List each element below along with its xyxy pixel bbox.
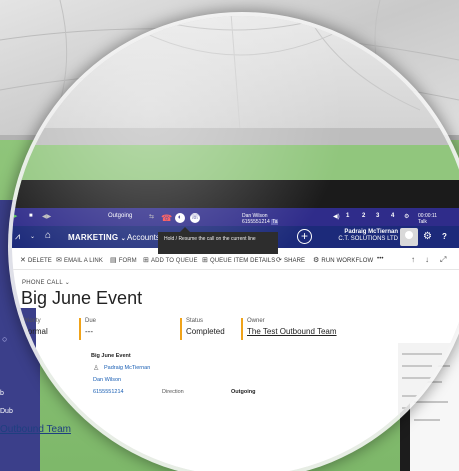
background-sidebar-item: b — [0, 390, 4, 397]
due-value: --- — [85, 327, 93, 336]
call-status: Outgoing — [108, 213, 133, 219]
hold-icon[interactable]: ◐ — [175, 213, 185, 223]
caller-number-tag: Ta — [271, 219, 279, 225]
delete-label: DELETE — [27, 258, 52, 264]
from-link[interactable]: Padraig McTiernan — [104, 365, 150, 371]
more-commands-button[interactable]: ••• — [377, 256, 384, 262]
run-workflow-button[interactable]: ⚙ RUN WORKFLOW — [313, 256, 373, 264]
to-link[interactable]: Dan Wilson — [93, 377, 121, 383]
form-label: FORM — [118, 258, 137, 264]
arrow-up-icon[interactable]: ↑ — [411, 255, 415, 264]
play-icon[interactable]: ▶ — [12, 212, 17, 220]
record-type[interactable]: PHONE CALL ⌄ — [22, 279, 70, 286]
nav-module[interactable]: MARKETING ⌄ — [68, 233, 126, 242]
add-to-queue-button[interactable]: ⊞ ADD TO QUEUE — [143, 256, 198, 264]
background-right-panel — [398, 343, 459, 471]
skip-icon[interactable]: ◀▶ — [42, 213, 51, 220]
delete-button[interactable]: ✕ DELETE — [20, 256, 52, 264]
create-plus-icon[interactable]: + — [297, 229, 312, 244]
subject-value: Big June Event — [91, 353, 131, 359]
chevron-down-icon[interactable]: ⌄ — [30, 233, 35, 240]
arrow-down-icon[interactable]: ↓ — [425, 255, 429, 264]
share-button[interactable]: ⟳ SHARE — [276, 256, 305, 264]
lens-window-frame — [12, 128, 459, 146]
lens-ceiling-lines — [119, 16, 421, 130]
speed-dial-2[interactable]: 2 — [362, 213, 365, 219]
settings-gear-icon[interactable]: ⚙ — [404, 213, 409, 220]
status-field[interactable]: Status Completed — [186, 318, 225, 336]
owner-link[interactable]: The Test Outbound Team — [247, 327, 337, 336]
phone-number-link[interactable]: 6155551214 — [93, 389, 124, 395]
background-sidebar-icon: ○ — [2, 334, 8, 344]
dynamics-logo-icon[interactable]: ⩘ — [15, 231, 20, 242]
nav-entity-accounts[interactable]: Accounts — [127, 233, 160, 242]
priority-field[interactable]: Priority Normal — [22, 318, 48, 336]
status-value: Completed — [186, 327, 225, 336]
lens-ceiling — [12, 16, 459, 130]
magnifier-lens: ▶ ■ ◀▶ Outgoing ⇆ ☎ ◐ ☏ Dan Wilson 61555… — [12, 16, 459, 471]
email-icon: ✉ — [56, 257, 62, 264]
direction-value: Outgoing — [231, 389, 256, 395]
form-icon: ▤ — [110, 257, 117, 264]
volume-icon[interactable]: ◀) — [333, 213, 340, 220]
queue-details-icon: ⊞ — [202, 257, 208, 264]
share-icon: ⟳ — [276, 257, 282, 264]
delete-icon: ✕ — [20, 257, 26, 264]
priority-label: Priority — [22, 318, 41, 324]
speed-dial-4[interactable]: 4 — [391, 213, 394, 219]
page-title: Big June Event — [21, 288, 143, 308]
owner-label: Owner — [247, 318, 265, 324]
chevron-down-icon: ⌄ — [120, 236, 126, 242]
speed-dial-3[interactable]: 3 — [376, 213, 379, 219]
caller-info: Dan Wilson 6155551214 Ta — [242, 213, 279, 225]
stop-icon[interactable]: ■ — [29, 213, 33, 219]
share-label: SHARE — [283, 258, 306, 264]
form-button[interactable]: ▤ FORM — [110, 256, 137, 264]
due-label: Due — [85, 318, 97, 324]
email-link-button[interactable]: ✉ EMAIL A LINK — [56, 256, 103, 264]
nav-module-label: MARKETING — [68, 233, 119, 242]
monitor-bezel — [12, 180, 459, 208]
priority-value: Normal — [22, 327, 48, 336]
transfer-icon[interactable]: ⇆ — [149, 213, 154, 220]
person-icon: ♙ — [93, 365, 100, 372]
help-icon[interactable]: ? — [442, 232, 447, 241]
field-divider — [79, 318, 81, 340]
user-info[interactable]: Padraig McTiernan C.T. SOLUTIONS LTD — [330, 229, 398, 243]
direction-label: Direction — [162, 389, 184, 395]
due-field[interactable]: Due --- — [85, 318, 96, 336]
right-team-link: The Test Outbound Team — [402, 418, 453, 423]
workflow-icon: ⚙ — [313, 257, 320, 264]
add-to-queue-label: ADD TO QUEUE — [150, 258, 198, 264]
hangup-icon[interactable]: ☎ — [161, 213, 172, 224]
avatar[interactable] — [400, 228, 418, 246]
background-sidebar-item: Dub — [0, 408, 13, 415]
user-name: Padraig McTiernan — [344, 229, 398, 235]
queue-icon: ⊞ — [143, 257, 149, 264]
field-divider — [180, 318, 182, 340]
hold-tooltip: Hold / Resume the call on the current li… — [158, 227, 278, 254]
user-org: C.T. SOLUTIONS LTD — [338, 236, 398, 242]
home-icon[interactable]: ⌂ — [45, 230, 51, 241]
queue-item-details-label: QUEUE ITEM DETAILS — [209, 258, 276, 264]
field-divider — [241, 318, 243, 340]
queue-item-details-button[interactable]: ⊞ QUEUE ITEM DETAILS — [202, 256, 275, 264]
popout-icon[interactable]: ⤢ — [440, 255, 446, 265]
record-type-label: PHONE CALL — [22, 280, 63, 286]
record-form: ✕ DELETE ✉ EMAIL A LINK ▤ FORM ⊞ ADD TO QUEU… — [12, 248, 459, 471]
speed-dial-1[interactable]: 1 — [346, 213, 349, 219]
owner-field[interactable]: Owner The Test Outbound Team — [247, 318, 337, 336]
phone-icon[interactable]: ☏ — [190, 213, 200, 223]
phone-toolbar: ▶ ■ ◀▶ Outgoing ⇆ ☎ ◐ ☏ Dan Wilson 61555… — [12, 208, 459, 226]
status-label: Status — [186, 318, 204, 324]
timer-label: Talk — [418, 219, 427, 225]
gear-icon[interactable]: ⚙ — [423, 231, 432, 242]
email-link-label: EMAIL A LINK — [63, 258, 103, 264]
caller-number: 6155551214 — [242, 219, 270, 225]
run-workflow-label: RUN WORKFLOW — [321, 258, 374, 264]
call-timer: 00:00:11 Talk — [418, 213, 437, 225]
